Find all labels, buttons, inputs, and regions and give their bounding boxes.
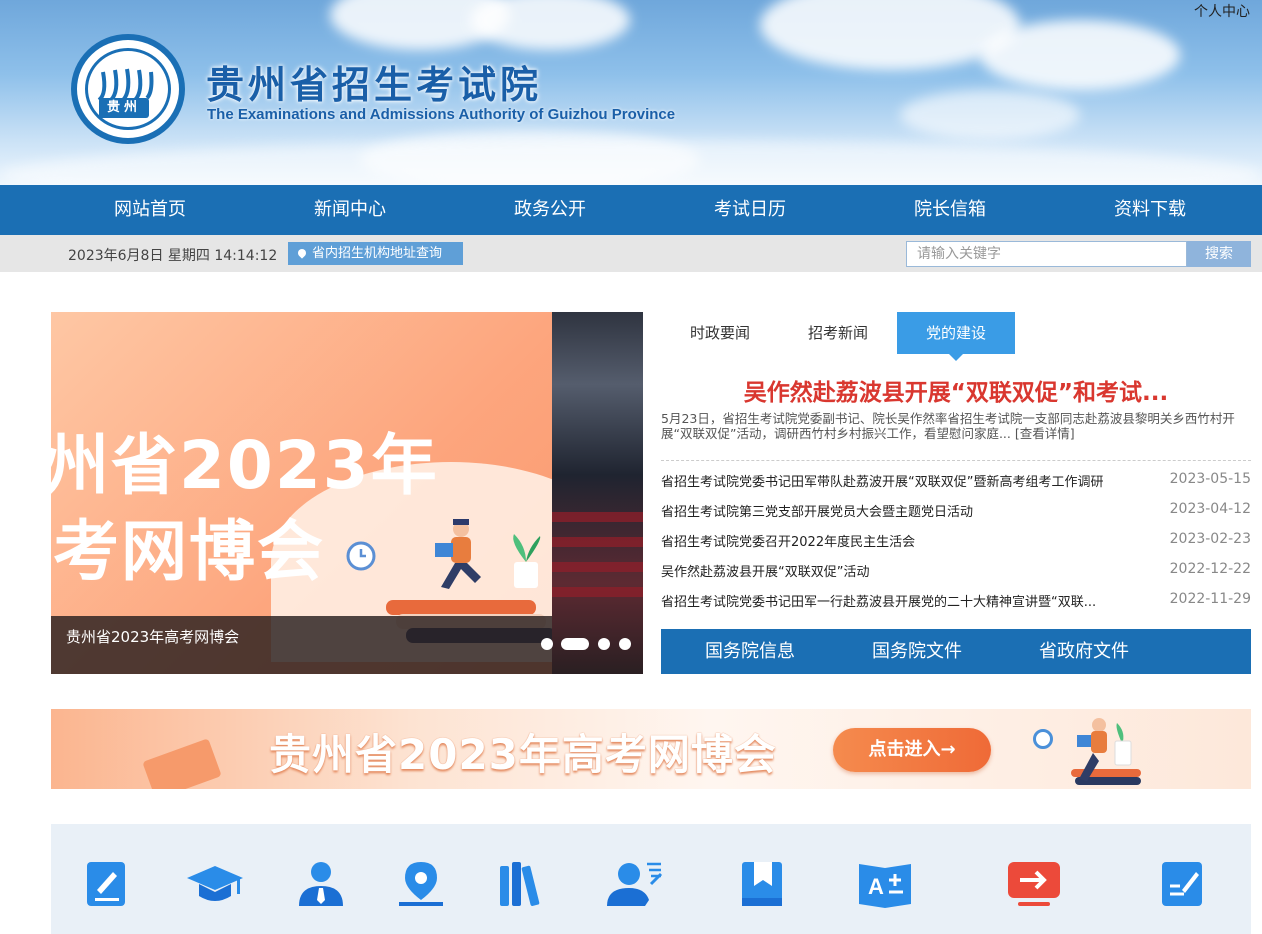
clock-icon (346, 541, 376, 571)
user-icon[interactable] (291, 860, 351, 908)
news-item[interactable]: 省招生考试院党委书记田军一行赴荔波县开展党的二十大精神宣讲暨“双联... 202… (661, 591, 1251, 621)
info-bar: 2023年6月8日 星期四 14:14:12 省内招生机构地址查询 搜索 (0, 235, 1262, 272)
news-item-title: 省招生考试院党委召开2022年度民主生活会 (661, 535, 916, 550)
slide-photo-auditorium (552, 312, 643, 674)
news-item[interactable]: 吴作然赴荔波县开展“双联双促”活动 2022-12-22 (661, 561, 1251, 591)
personal-center-link[interactable]: 个人中心 (1194, 1, 1250, 21)
news-divider (661, 460, 1251, 461)
address-query-button[interactable]: 省内招生机构地址查询 (288, 242, 463, 265)
location-pin-icon[interactable] (391, 860, 451, 908)
news-item-date: 2022-11-29 (1169, 591, 1251, 607)
image-carousel[interactable]: 州省2023年 考网博会 贵州省2023年高考网博会 (51, 312, 643, 674)
arrow-right-icon[interactable] (1004, 860, 1064, 908)
user-edit-icon[interactable] (605, 860, 665, 908)
gov-links-bar: 国务院信息 国务院文件 省政府文件 (661, 629, 1251, 674)
news-item-date: 2023-04-12 (1169, 501, 1251, 517)
nav-downloads[interactable]: 资料下载 (1050, 185, 1250, 235)
provincial-gov-docs-link[interactable]: 省政府文件 (1039, 629, 1129, 674)
books-icon[interactable] (492, 860, 552, 908)
reading-person-illustration (435, 519, 481, 589)
logo-label: 贵州 (99, 98, 149, 118)
carousel-dot-1[interactable] (541, 638, 553, 650)
nav-president-mailbox[interactable]: 院长信箱 (850, 185, 1050, 235)
bookmark-icon[interactable] (732, 860, 792, 908)
banner-title: 贵州省2023年高考网博会 (269, 730, 777, 779)
news-item-title: 吴作然赴荔波县开展“双联双促”活动 (661, 565, 870, 580)
featured-headline[interactable]: 吴作然赴荔波县开展“双联双促”和考试... (661, 373, 1251, 407)
quick-links-strip: A (51, 824, 1251, 934)
font-book-icon[interactable]: A (855, 860, 915, 908)
site-header: 个人中心 贵州 贵州省招生考试院 The Examinations and Ad… (0, 0, 1262, 185)
slide-text-line1: 州省2023年 (51, 427, 439, 504)
graduation-cap-icon[interactable] (185, 860, 245, 908)
state-council-info-link[interactable]: 国务院信息 (705, 629, 795, 674)
clock-icon (1033, 729, 1053, 749)
view-details-link[interactable]: [查看详情] (1015, 426, 1075, 441)
nav-home[interactable]: 网站首页 (50, 185, 250, 235)
site-subtitle: The Examinations and Admissions Authorit… (207, 106, 676, 123)
slide-text-line2: 考网博会 (53, 513, 325, 590)
expo-banner[interactable]: 贵州省2023年高考网博会 点击进入→ (51, 709, 1251, 789)
edit-icon[interactable] (77, 860, 137, 908)
plant-illustration (513, 534, 541, 588)
address-query-label: 省内招生机构地址查询 (312, 246, 443, 261)
nav-news[interactable]: 新闻中心 (250, 185, 450, 235)
carousel-dot-2[interactable] (561, 638, 589, 650)
nav-exam-calendar[interactable]: 考试日历 (650, 185, 850, 235)
svg-text:A: A (868, 874, 884, 899)
carousel-dot-3[interactable] (598, 638, 610, 650)
current-datetime: 2023年6月8日 星期四 14:14:12 (68, 248, 278, 264)
state-council-docs-link[interactable]: 国务院文件 (872, 629, 962, 674)
featured-summary: 5月23日，省招生考试院党委副书记、院长吴作然率省招生考试院一支部同志赴荔波县黎… (661, 411, 1249, 441)
news-item[interactable]: 省招生考试院第三党支部开展党员大会暨主题党日活动 2023-04-12 (661, 501, 1251, 531)
document-edit-icon[interactable] (1152, 860, 1212, 908)
carousel-dot-4[interactable] (619, 638, 631, 650)
search-input[interactable] (906, 241, 1187, 267)
book-illustration (142, 738, 222, 789)
slide-caption[interactable]: 贵州省2023年高考网博会 (66, 626, 239, 647)
main-nav: 网站首页 新闻中心 政务公开 考试日历 院长信箱 资料下载 (0, 185, 1262, 235)
site-title: 贵州省招生考试院 (206, 62, 543, 107)
featured-summary-text: 5月23日，省招生考试院党委副书记、院长吴作然率省招生考试院一支部同志赴荔波县黎… (661, 411, 1235, 441)
news-item[interactable]: 省招生考试院党委书记田军带队赴荔波开展“双联双促”暨新高考组考工作调研 2023… (661, 471, 1251, 501)
news-item[interactable]: 省招生考试院党委召开2022年度民主生活会 2023-02-23 (661, 531, 1251, 561)
location-pin-icon (296, 247, 308, 259)
news-item-title: 省招生考试院第三党支部开展党员大会暨主题党日活动 (661, 505, 974, 520)
site-logo[interactable]: 贵州 (71, 34, 185, 144)
news-item-date: 2023-02-23 (1169, 531, 1251, 547)
news-item-title: 省招生考试院党委书记田军一行赴荔波县开展党的二十大精神宣讲暨“双联... (661, 595, 1097, 610)
nav-gov-affairs[interactable]: 政务公开 (450, 185, 650, 235)
news-item-date: 2022-12-22 (1169, 561, 1251, 577)
tab-party-building[interactable]: 党的建设 (897, 312, 1015, 361)
tab-politics-news[interactable]: 时政要闻 (661, 312, 779, 354)
news-item-date: 2023-05-15 (1169, 471, 1251, 487)
reading-person-illustration (1071, 718, 1141, 785)
news-item-title: 省招生考试院党委书记田军带队赴荔波开展“双联双促”暨新高考组考工作调研 (661, 475, 1104, 490)
enter-button[interactable]: 点击进入→ (833, 728, 991, 772)
tab-admissions-news[interactable]: 招考新闻 (779, 312, 897, 354)
search-button[interactable]: 搜索 (1187, 241, 1251, 267)
